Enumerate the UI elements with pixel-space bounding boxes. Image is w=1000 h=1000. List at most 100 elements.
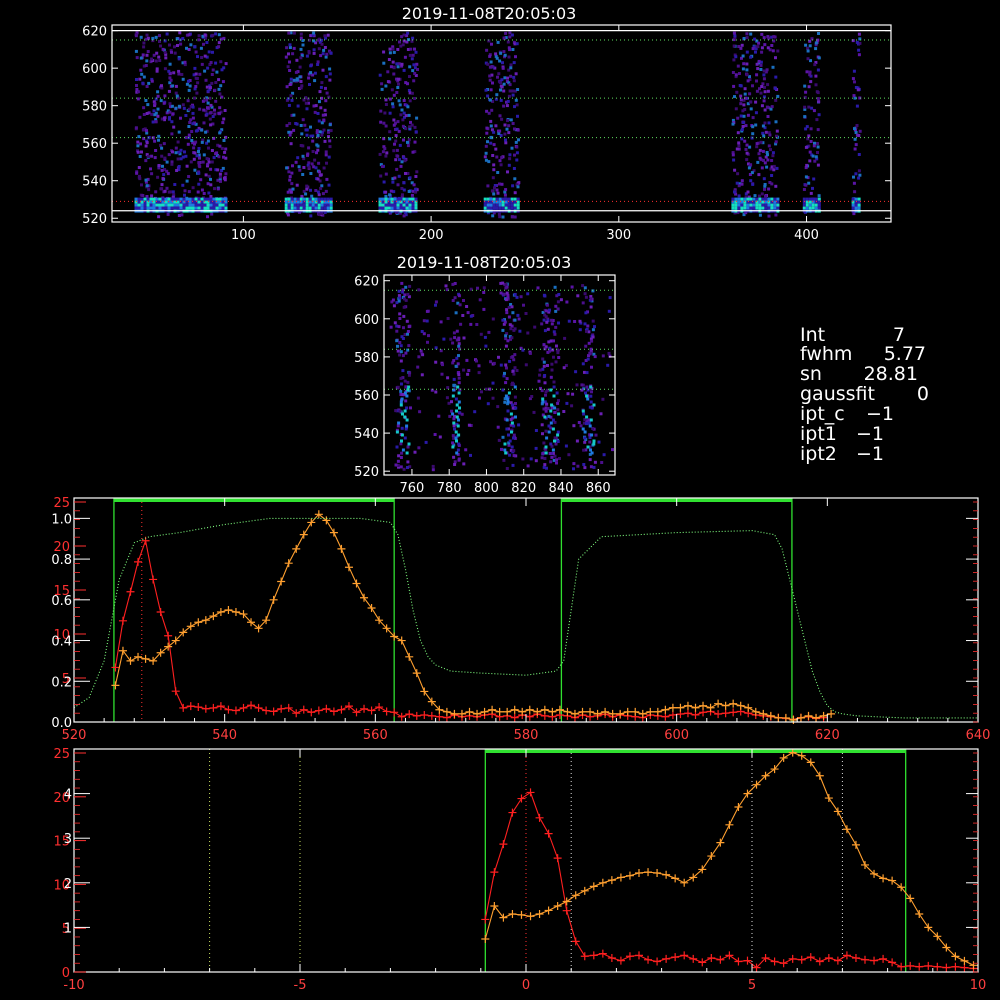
spec-series-point-1 xyxy=(812,713,821,722)
top-speckle xyxy=(395,62,399,66)
mid-speckle xyxy=(434,360,438,364)
top-speckle xyxy=(411,150,415,154)
top-speckle xyxy=(194,129,198,133)
prof-series-point-1 xyxy=(671,874,680,883)
top-speckle xyxy=(500,85,504,89)
top-speckle xyxy=(154,190,158,194)
top-speckle xyxy=(766,83,770,87)
prof-series-point-0 xyxy=(571,937,580,946)
spec-series-point-0 xyxy=(510,713,519,722)
top-speckle xyxy=(402,188,406,192)
top-speckle xyxy=(158,59,162,62)
top-speckle xyxy=(413,72,417,75)
top-speckle xyxy=(192,157,196,161)
mid-speckle xyxy=(417,355,421,359)
spec-series-point-0 xyxy=(247,701,256,710)
top-speckle xyxy=(223,176,226,180)
top-speckle xyxy=(499,163,503,167)
mid-speckle xyxy=(420,373,424,377)
top-band xyxy=(287,206,291,210)
top-speckle xyxy=(488,54,492,58)
spec-series-point-0 xyxy=(420,710,429,719)
top-band xyxy=(811,203,815,207)
top-speckle xyxy=(412,63,416,67)
prof-series-point-0 xyxy=(888,958,897,967)
spec-series-point-1 xyxy=(231,608,240,617)
top-band xyxy=(155,197,159,201)
mid-speckle xyxy=(558,457,561,460)
top-speckle xyxy=(735,181,739,185)
top-speckle xyxy=(739,46,743,50)
top-speckle xyxy=(490,108,494,112)
prof-series-point-1 xyxy=(815,771,824,780)
top-speckle xyxy=(316,60,320,64)
mid-speckle xyxy=(489,360,493,364)
top-speckle xyxy=(857,53,861,57)
top-band xyxy=(158,197,162,201)
top-speckle xyxy=(146,103,150,107)
top-speckle xyxy=(816,145,820,149)
top-speckle xyxy=(313,110,317,114)
mid-speckle xyxy=(399,344,403,348)
top-speckle xyxy=(173,183,177,186)
mid-streak xyxy=(506,400,510,404)
mid-speckle xyxy=(554,304,558,308)
top-speckle xyxy=(803,84,807,88)
top-speckle xyxy=(497,72,501,76)
top-speckle xyxy=(751,132,755,136)
mid-streak xyxy=(513,385,517,389)
mid-speckle xyxy=(578,328,582,332)
top-band xyxy=(323,197,327,201)
spec-series-point-0 xyxy=(329,707,338,716)
top-speckle xyxy=(185,82,189,86)
top-speckle xyxy=(762,69,766,73)
top-speckle xyxy=(402,33,406,37)
top-speckle xyxy=(221,80,225,84)
mid-streak xyxy=(505,418,509,422)
mid-speckle xyxy=(563,336,567,340)
top-y-tick-label: 560 xyxy=(82,137,107,152)
mid-speckle xyxy=(484,344,488,348)
spec-series-point-1 xyxy=(721,701,730,710)
top-speckle xyxy=(176,140,180,144)
top-speckle xyxy=(503,132,507,136)
top-speckle xyxy=(145,85,149,88)
top-band xyxy=(378,206,382,210)
mid-speckle xyxy=(554,360,558,364)
top-band xyxy=(302,206,306,210)
top-speckle xyxy=(309,188,312,192)
mid-speckle xyxy=(502,292,506,296)
top-speckle xyxy=(188,121,192,124)
mid-speckle xyxy=(524,312,528,315)
top-speckle xyxy=(224,172,228,176)
top-band xyxy=(510,197,514,201)
top-band xyxy=(773,203,777,207)
top-speckle xyxy=(484,88,488,92)
mid-speckle xyxy=(406,380,410,384)
info-line-fwhm: fwhm 5.77 xyxy=(800,343,926,365)
top-speckle xyxy=(177,69,181,73)
top-band xyxy=(808,197,812,201)
top-speckle xyxy=(411,53,415,57)
top-band xyxy=(378,197,382,201)
top-speckle xyxy=(154,35,158,39)
mid-speckle xyxy=(545,303,549,307)
top-band xyxy=(158,203,162,207)
top-speckle xyxy=(507,94,511,98)
mid-speckle xyxy=(391,298,395,302)
top-band xyxy=(513,203,517,207)
mid-speckle xyxy=(399,350,403,354)
top-band xyxy=(734,203,738,207)
mid-speckle xyxy=(417,446,421,450)
mid-speckle xyxy=(406,466,409,469)
mid-y-tick-label: 620 xyxy=(354,275,379,290)
top-band xyxy=(483,206,487,210)
mid-speckle xyxy=(550,322,554,326)
top-band xyxy=(758,203,762,207)
top-speckle xyxy=(402,68,406,72)
mid-streak xyxy=(395,430,399,434)
top-speckle xyxy=(153,156,157,160)
top-speckle xyxy=(773,35,777,39)
top-speckle xyxy=(773,86,777,90)
spec-series-point-1 xyxy=(329,528,338,537)
